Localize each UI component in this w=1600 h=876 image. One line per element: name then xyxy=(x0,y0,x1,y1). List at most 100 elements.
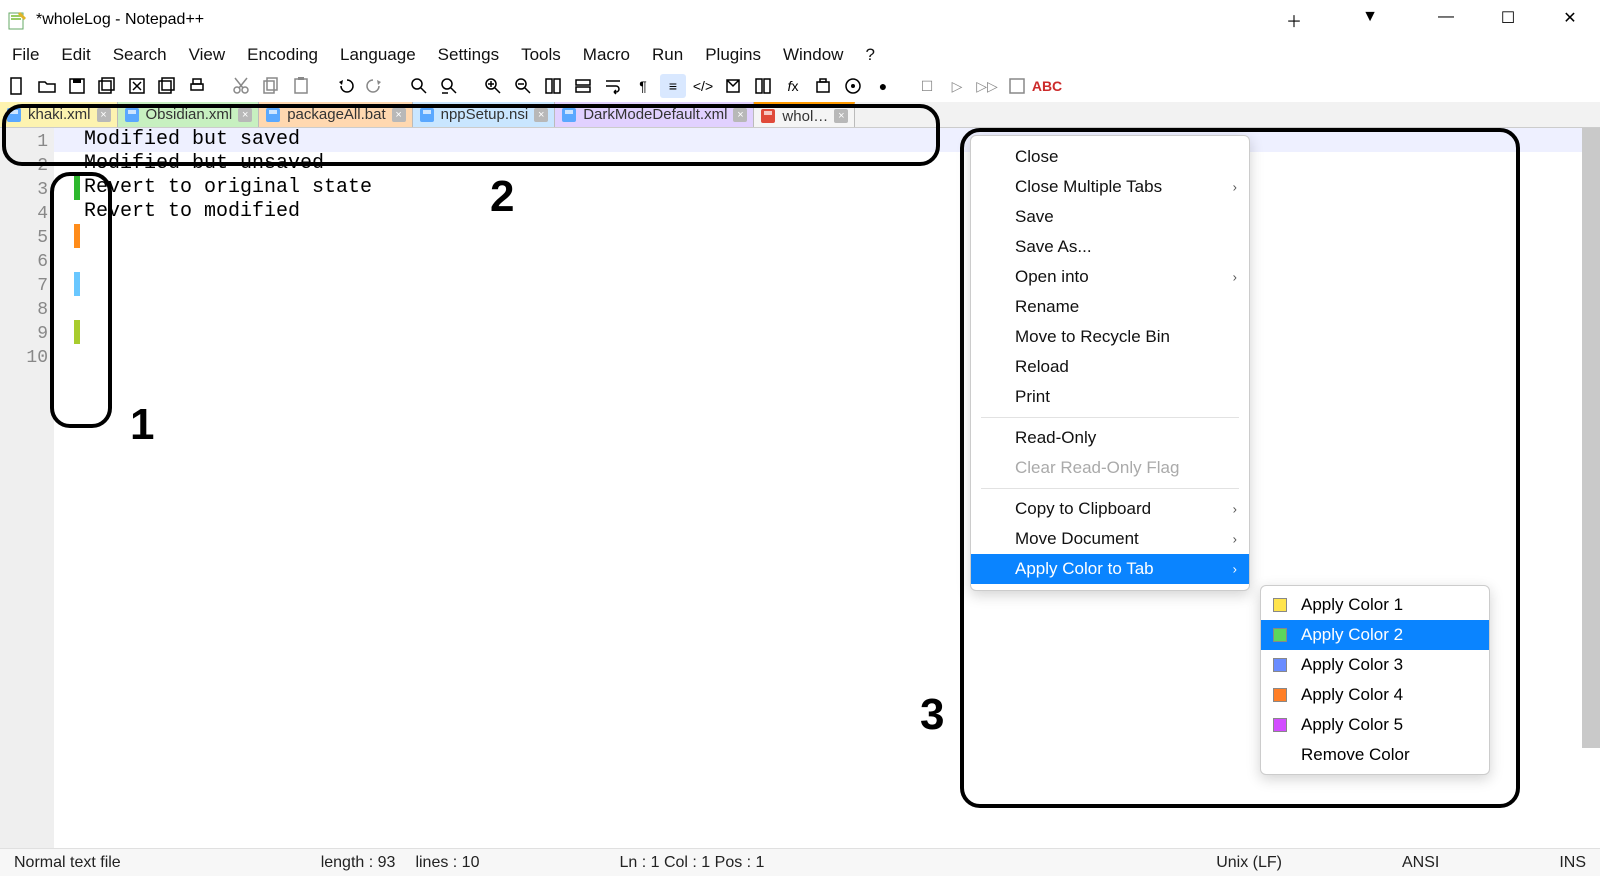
docmap-icon[interactable] xyxy=(720,74,746,98)
menu-settings[interactable]: Settings xyxy=(438,45,499,65)
status-insert-mode[interactable]: INS xyxy=(1549,854,1596,872)
record-icon[interactable]: ● xyxy=(870,74,896,98)
context-menu-item[interactable]: Save xyxy=(971,202,1249,232)
menu-search[interactable]: Search xyxy=(113,45,167,65)
tab-label: whol… xyxy=(782,108,828,125)
tab-close-icon[interactable]: × xyxy=(834,109,848,123)
tab-close-icon[interactable]: × xyxy=(238,108,252,122)
context-menu-item[interactable]: Close Multiple Tabs› xyxy=(971,172,1249,202)
tab-close-icon[interactable]: × xyxy=(97,108,111,122)
save-icon[interactable] xyxy=(64,74,90,98)
zoom-in-icon[interactable] xyxy=(480,74,506,98)
caret-down-icon[interactable]: ▼ xyxy=(1356,8,1384,32)
minimize-button[interactable]: — xyxy=(1432,8,1460,32)
color-submenu-item[interactable]: Apply Color 5 xyxy=(1261,710,1489,740)
color-submenu-item[interactable]: Apply Color 3 xyxy=(1261,650,1489,680)
document-tab[interactable]: nppSetup.nsi × xyxy=(413,102,556,127)
menubar: File Edit Search View Encoding Language … xyxy=(0,40,1600,70)
status-eol[interactable]: Unix (LF) xyxy=(1206,854,1292,872)
copy-icon[interactable] xyxy=(258,74,284,98)
doclist-icon[interactable] xyxy=(750,74,776,98)
spellcheck-icon[interactable]: ABC xyxy=(1034,74,1060,98)
apply-color-submenu: Apply Color 1Apply Color 2Apply Color 3A… xyxy=(1260,585,1490,775)
color-submenu-item[interactable]: Apply Color 2 xyxy=(1261,620,1489,650)
menu-window[interactable]: Window xyxy=(783,45,843,65)
code-content: Modified but savedModified but unsavedRe… xyxy=(84,128,372,224)
folder-workspace-icon[interactable] xyxy=(810,74,836,98)
save-all-icon[interactable] xyxy=(94,74,120,98)
document-tab[interactable]: packageAll.bat × xyxy=(259,102,412,127)
cut-icon[interactable] xyxy=(228,74,254,98)
context-menu-item[interactable]: Reload xyxy=(971,352,1249,382)
function-list-icon[interactable]: fx xyxy=(780,74,806,98)
status-encoding[interactable]: ANSI xyxy=(1392,854,1449,872)
macro-play-icon[interactable]: ▷ xyxy=(944,74,970,98)
print-icon[interactable] xyxy=(184,74,210,98)
status-position: Ln : 1 Col : 1 Pos : 1 xyxy=(609,854,774,872)
open-file-icon[interactable] xyxy=(34,74,60,98)
color-submenu-item[interactable]: Remove Color xyxy=(1261,740,1489,770)
tab-close-icon[interactable]: × xyxy=(534,108,548,122)
tab-close-icon[interactable]: × xyxy=(392,108,406,122)
close-window-button[interactable]: ✕ xyxy=(1556,8,1584,32)
paste-icon[interactable] xyxy=(288,74,314,98)
context-menu-item[interactable]: Move to Recycle Bin xyxy=(971,322,1249,352)
menu-edit[interactable]: Edit xyxy=(61,45,90,65)
maximize-button[interactable]: ☐ xyxy=(1494,8,1522,32)
find-icon[interactable] xyxy=(406,74,432,98)
redo-icon[interactable] xyxy=(362,74,388,98)
change-marker xyxy=(74,176,80,200)
context-menu-item[interactable]: Apply Color to Tab› xyxy=(971,554,1249,584)
color-submenu-item[interactable]: Apply Color 1 xyxy=(1261,590,1489,620)
replace-icon[interactable] xyxy=(436,74,462,98)
tab-label: Obsidian.xml xyxy=(146,106,233,123)
macro-multiplay-icon[interactable]: ▷▷ xyxy=(974,74,1000,98)
zoom-out-icon[interactable] xyxy=(510,74,536,98)
document-tab[interactable]: khaki.xml × xyxy=(0,102,118,127)
close-all-icon[interactable] xyxy=(154,74,180,98)
menu-language[interactable]: Language xyxy=(340,45,416,65)
window-title: *wholeLog - Notepad++ xyxy=(36,11,204,29)
color-swatch-icon xyxy=(1273,718,1287,732)
wrap-icon[interactable] xyxy=(600,74,626,98)
tab-close-icon[interactable]: × xyxy=(733,108,747,122)
close-tab-icon[interactable] xyxy=(124,74,150,98)
lang-icon[interactable]: </> xyxy=(690,74,716,98)
vertical-scrollbar[interactable] xyxy=(1582,128,1600,748)
show-all-chars-icon[interactable]: ¶ xyxy=(630,74,656,98)
toolbar: ¶ ≡ </> fx ● ☐ ▷ ▷▷ ABC xyxy=(0,70,1600,102)
context-menu-item[interactable]: Save As... xyxy=(971,232,1249,262)
sync-hscroll-icon[interactable] xyxy=(570,74,596,98)
color-submenu-item[interactable]: Apply Color 4 xyxy=(1261,680,1489,710)
line-number-gutter: 12345678910 xyxy=(0,128,54,848)
new-file-icon[interactable] xyxy=(4,74,30,98)
context-menu-item[interactable]: Close xyxy=(971,142,1249,172)
monitoring-icon[interactable] xyxy=(840,74,866,98)
context-menu-item[interactable]: Rename xyxy=(971,292,1249,322)
menu-view[interactable]: View xyxy=(189,45,226,65)
menu-encoding[interactable]: Encoding xyxy=(247,45,318,65)
context-menu-item[interactable]: Open into› xyxy=(971,262,1249,292)
document-tab[interactable]: whol… × xyxy=(754,102,855,127)
toolbar-separator xyxy=(466,74,476,98)
indent-guide-icon[interactable]: ≡ xyxy=(660,74,686,98)
menu-file[interactable]: File xyxy=(12,45,39,65)
menu-help[interactable]: ? xyxy=(865,45,874,65)
tab-context-menu: CloseClose Multiple Tabs›SaveSave As...O… xyxy=(970,135,1250,591)
menu-plugins[interactable]: Plugins xyxy=(705,45,761,65)
undo-icon[interactable] xyxy=(332,74,358,98)
macro-save-icon[interactable] xyxy=(1004,74,1030,98)
context-menu-item[interactable]: Print xyxy=(971,382,1249,412)
context-menu-item[interactable]: Move Document› xyxy=(971,524,1249,554)
context-menu-item[interactable]: Copy to Clipboard› xyxy=(971,494,1249,524)
document-tab[interactable]: DarkModeDefault.xml × xyxy=(555,102,754,127)
document-tab[interactable]: Obsidian.xml × xyxy=(118,102,260,127)
context-menu-item[interactable]: Read-Only xyxy=(971,423,1249,453)
menu-run[interactable]: Run xyxy=(652,45,683,65)
plus-icon[interactable]: ＋ xyxy=(1280,8,1308,32)
toolbar-separator xyxy=(900,74,910,98)
menu-macro[interactable]: Macro xyxy=(583,45,630,65)
sync-vscroll-icon[interactable] xyxy=(540,74,566,98)
menu-tools[interactable]: Tools xyxy=(521,45,561,65)
macro-stop-icon[interactable]: ☐ xyxy=(914,74,940,98)
